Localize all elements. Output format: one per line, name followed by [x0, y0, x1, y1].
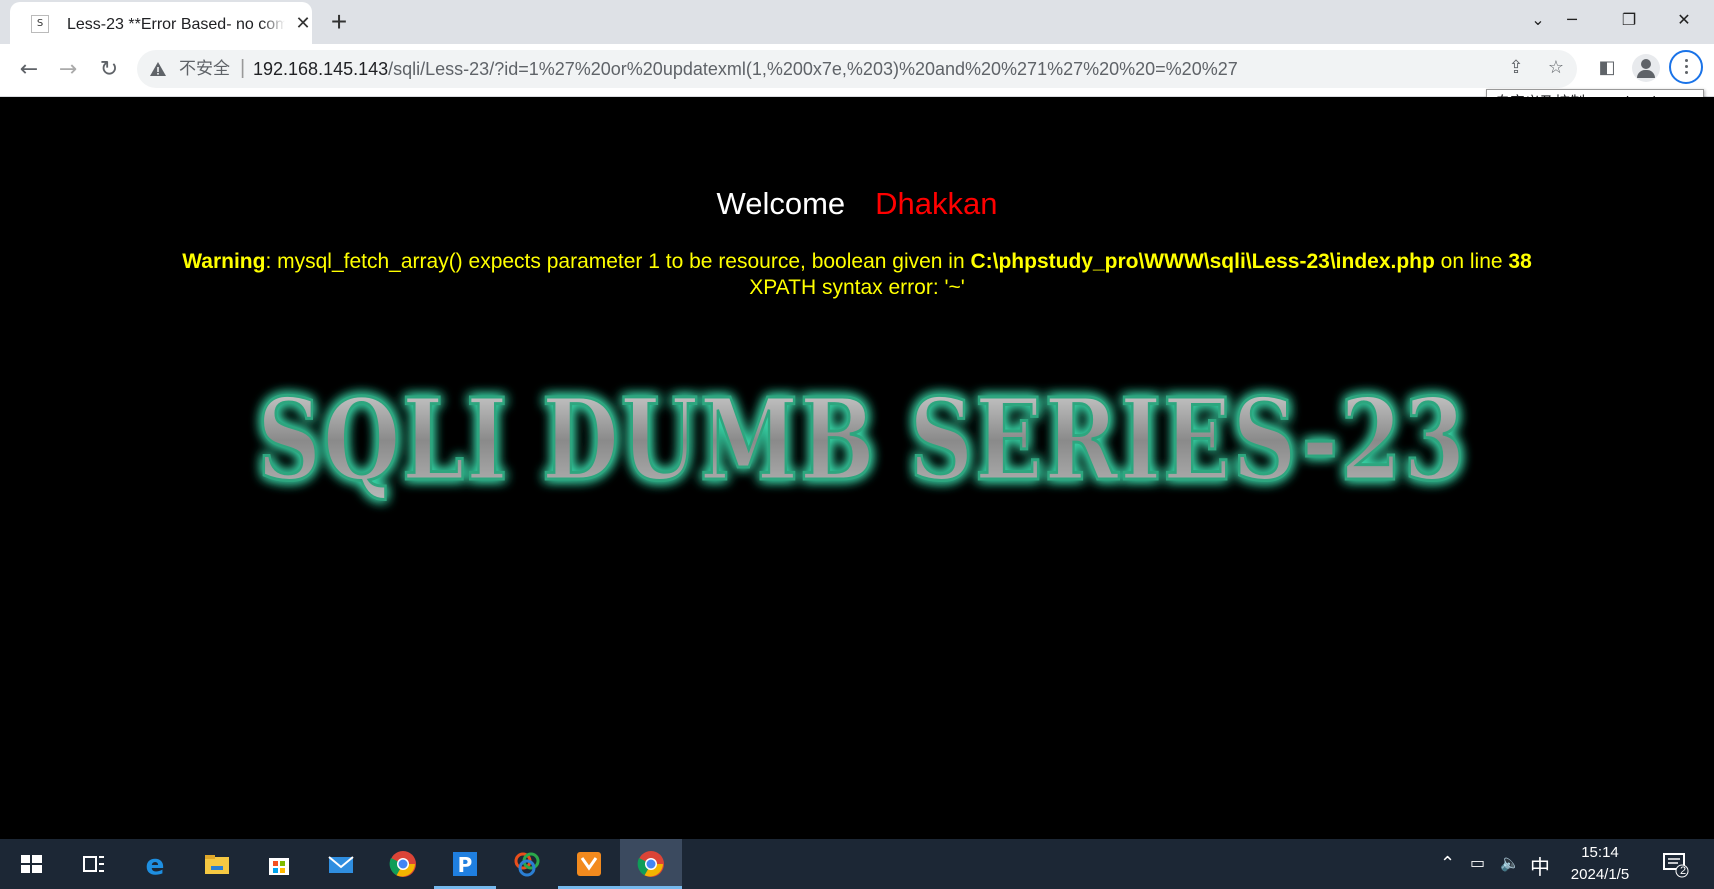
- tab-title: Less-23 **Error Based- no comments**: [67, 14, 285, 36]
- security-label[interactable]: 不安全: [179, 58, 230, 80]
- address-bar[interactable]: 不安全 | 192.168.145.143/sqli/Less-23/?id=1…: [137, 50, 1577, 88]
- warning-line-number: 38: [1508, 250, 1532, 273]
- color-wheel-app-icon[interactable]: [496, 839, 558, 889]
- orange-app-icon[interactable]: [558, 839, 620, 889]
- warning-label: Warning: [182, 250, 266, 273]
- side-panel-icon[interactable]: ◧: [1593, 54, 1621, 82]
- p-app-icon[interactable]: P: [434, 839, 496, 889]
- welcome-line: Welcome Dhakkan: [2, 184, 1712, 224]
- tray-chevron-up-icon[interactable]: ⌃: [1440, 853, 1455, 874]
- clock-date[interactable]: 2024/1/5: [1558, 865, 1642, 885]
- svg-text:e: e: [146, 849, 165, 879]
- volume-icon[interactable]: 🔈: [1500, 853, 1520, 872]
- file-explorer-icon[interactable]: [186, 839, 248, 889]
- chrome-active-icon[interactable]: [620, 839, 682, 889]
- browser-toolbar: ← → ↻ 不安全 | 192.168.145.143/sqli/Less-23…: [0, 44, 1714, 97]
- back-arrow-icon[interactable]: ←: [13, 54, 45, 86]
- tab-close-icon[interactable]: ✕: [293, 13, 313, 33]
- url-host: 192.168.145.143: [253, 59, 389, 79]
- url-path: /sqli/Less-23/?id=1%27%20or%20updatexml(…: [388, 59, 1238, 79]
- edge-icon[interactable]: e: [124, 839, 186, 889]
- favicon-icon: S: [31, 15, 49, 33]
- reload-icon[interactable]: ↻: [93, 54, 125, 86]
- restore-button[interactable]: ❐: [1609, 6, 1649, 34]
- php-warning: Warning: mysql_fetch_array() expects par…: [2, 249, 1712, 275]
- notification-count: 2: [1679, 865, 1687, 877]
- bookmark-star-icon[interactable]: ☆: [1542, 54, 1570, 82]
- svg-text:P: P: [458, 853, 473, 877]
- new-tab-button[interactable]: +: [325, 8, 353, 36]
- warning-message: : mysql_fetch_array() expects parameter …: [265, 250, 971, 273]
- microsoft-store-icon[interactable]: [248, 839, 310, 889]
- browser-tab[interactable]: S Less-23 **Error Based- no comments** ✕: [10, 2, 312, 44]
- share-icon[interactable]: ⇪: [1502, 54, 1530, 82]
- sqli-dumb-series-logo: SQLI DUMB SERIES-23: [256, 374, 1467, 508]
- clock-time[interactable]: 15:14: [1565, 843, 1635, 863]
- network-icon[interactable]: ▭: [1470, 853, 1485, 872]
- welcome-text: Welcome: [716, 186, 846, 221]
- username-text: Dhakkan: [875, 186, 998, 221]
- warning-on-line: on line: [1434, 250, 1509, 273]
- tab-strip: S Less-23 **Error Based- no comments** ✕…: [0, 0, 1714, 44]
- notification-center-icon[interactable]: 2: [1660, 849, 1690, 879]
- ime-indicator[interactable]: 中: [1530, 851, 1550, 880]
- minimize-button[interactable]: ─: [1552, 6, 1592, 34]
- windows-start-icon[interactable]: [0, 839, 62, 889]
- close-window-button[interactable]: ✕: [1664, 6, 1704, 34]
- windows-taskbar: e P ⌃ ▭ 🔈 中 15:14 2024/1/5 2: [0, 839, 1714, 889]
- logo-text: SQLI DUMB SERIES-23: [257, 375, 1467, 506]
- kebab-menu-icon[interactable]: [1669, 50, 1703, 84]
- chrome-icon[interactable]: [372, 839, 434, 889]
- profile-icon[interactable]: [1632, 54, 1660, 82]
- url-text[interactable]: 192.168.145.143/sqli/Less-23/?id=1%27%20…: [253, 57, 1238, 81]
- page-viewport: Welcome Dhakkan Warning: mysql_fetch_arra…: [2, 97, 1712, 839]
- mail-icon[interactable]: [310, 839, 372, 889]
- task-view-icon[interactable]: [62, 839, 124, 889]
- url-separator: |: [240, 57, 246, 79]
- warning-file-path: C:\phpstudy_pro\WWW\sqli\Less-23\index.p…: [970, 250, 1435, 273]
- warning-triangle-icon[interactable]: [149, 60, 167, 78]
- xpath-error: XPATH syntax error: '~': [749, 276, 965, 299]
- forward-arrow-icon[interactable]: →: [52, 54, 84, 86]
